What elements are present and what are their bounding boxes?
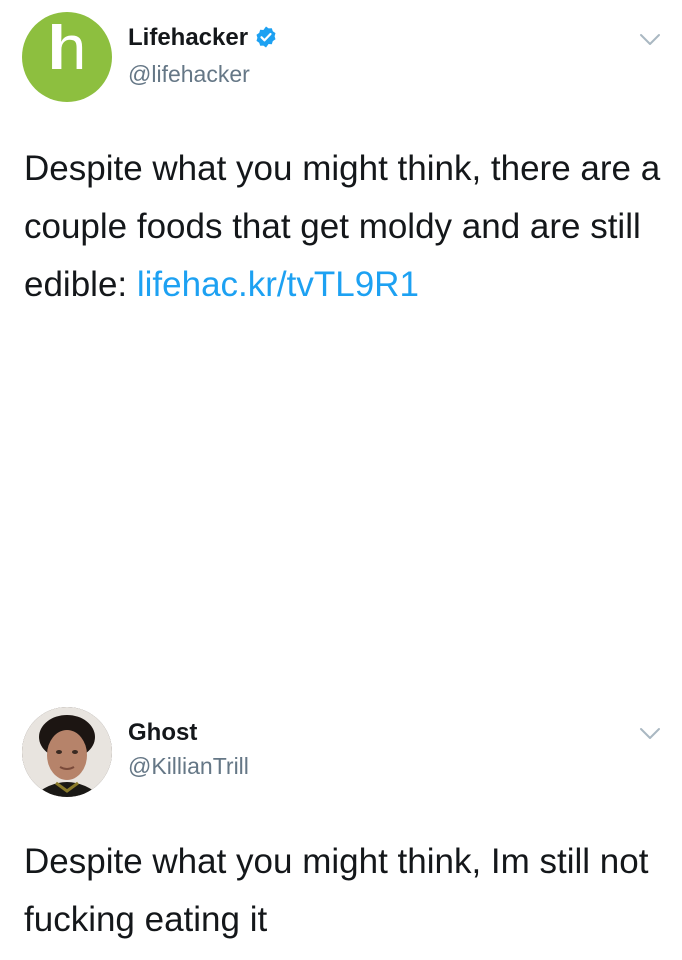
- chevron-down-icon[interactable]: [638, 32, 662, 48]
- tweet-text: Despite what you might think, Im still n…: [24, 842, 649, 939]
- user-handle[interactable]: @KillianTrill: [128, 752, 249, 780]
- display-name[interactable]: Ghost: [128, 719, 197, 747]
- tweet-text: Despite what you might think, there are …: [24, 140, 664, 314]
- tweet-ghost: Ghost @KillianTrill Despite what you mig…: [0, 690, 682, 960]
- ghost-avatar[interactable]: [22, 707, 112, 797]
- user-photo-icon: [22, 707, 112, 797]
- display-name[interactable]: Lifehacker: [128, 24, 278, 52]
- lifehacker-logo-text: lh: [47, 14, 86, 83]
- chevron-down-icon[interactable]: [638, 726, 662, 742]
- display-name-text: Lifehacker: [128, 24, 249, 51]
- verified-badge-icon: [254, 25, 278, 49]
- tweet-lifehacker: lh Lifehacker @lifehacker Despite what y…: [0, 0, 682, 690]
- tweet-link[interactable]: lifehac.kr/tvTL9R1: [137, 265, 419, 304]
- lifehacker-avatar[interactable]: lh: [22, 12, 112, 102]
- user-handle[interactable]: @lifehacker: [128, 60, 250, 88]
